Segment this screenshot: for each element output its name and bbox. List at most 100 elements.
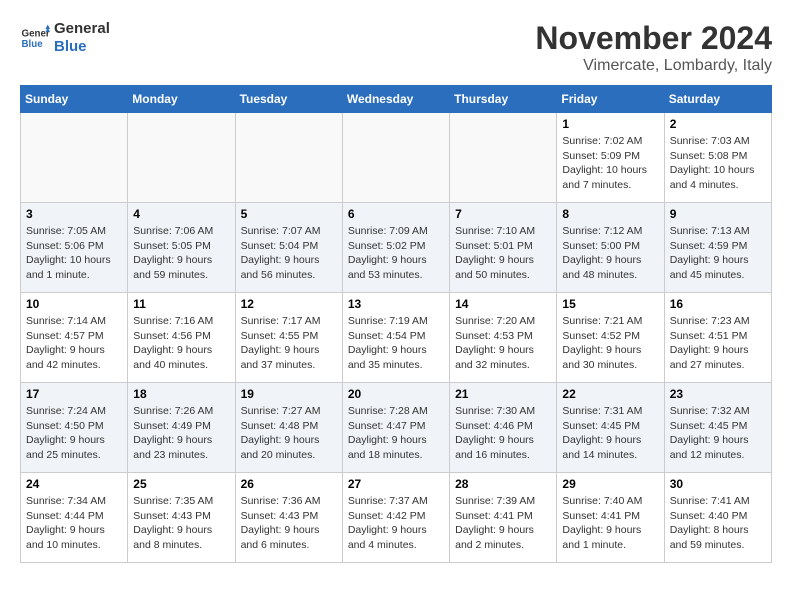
day-number: 17 bbox=[26, 387, 122, 401]
day-info: Sunrise: 7:35 AMSunset: 4:43 PMDaylight:… bbox=[133, 494, 229, 553]
logo-general: General bbox=[54, 20, 110, 38]
day-number: 12 bbox=[241, 297, 337, 311]
calendar-cell: 8 Sunrise: 7:12 AMSunset: 5:00 PMDaylight… bbox=[557, 203, 664, 293]
day-number: 30 bbox=[670, 477, 766, 491]
calendar-cell: 20 Sunrise: 7:28 AMSunset: 4:47 PMDayligh… bbox=[342, 383, 449, 473]
calendar-cell bbox=[235, 113, 342, 203]
day-info: Sunrise: 7:20 AMSunset: 4:53 PMDaylight:… bbox=[455, 314, 551, 373]
day-number: 3 bbox=[26, 207, 122, 221]
calendar-cell: 10 Sunrise: 7:14 AMSunset: 4:57 PMDayligh… bbox=[21, 293, 128, 383]
header: General Blue General Blue November 2024 … bbox=[20, 20, 772, 75]
calendar-cell: 29 Sunrise: 7:40 AMSunset: 4:41 PMDayligh… bbox=[557, 473, 664, 563]
calendar-cell: 16Sunrise: 7:23 AMSunset: 4:51 PMDayligh… bbox=[664, 293, 771, 383]
calendar-cell: 28Sunrise: 7:39 AMSunset: 4:41 PMDayligh… bbox=[450, 473, 557, 563]
day-info: Sunrise: 7:13 AMSunset: 4:59 PMDaylight:… bbox=[670, 224, 766, 283]
day-info: Sunrise: 7:17 AMSunset: 4:55 PMDaylight:… bbox=[241, 314, 337, 373]
calendar-cell: 26 Sunrise: 7:36 AMSunset: 4:43 PMDayligh… bbox=[235, 473, 342, 563]
day-number: 18 bbox=[133, 387, 229, 401]
day-info: Sunrise: 7:34 AMSunset: 4:44 PMDaylight:… bbox=[26, 494, 122, 553]
day-info: Sunrise: 7:02 AMSunset: 5:09 PMDaylight:… bbox=[562, 134, 658, 193]
calendar-cell: 19 Sunrise: 7:27 AMSunset: 4:48 PMDayligh… bbox=[235, 383, 342, 473]
month-title: November 2024 bbox=[535, 20, 772, 57]
logo: General Blue General Blue bbox=[20, 20, 110, 56]
calendar-cell: 15 Sunrise: 7:21 AMSunset: 4:52 PMDayligh… bbox=[557, 293, 664, 383]
day-number: 1 bbox=[562, 117, 658, 131]
calendar-header: SundayMondayTuesdayWednesdayThursdayFrid… bbox=[21, 86, 772, 113]
day-number: 11 bbox=[133, 297, 229, 311]
calendar-cell: 23 Sunrise: 7:32 AMSunset: 4:45 PMDayligh… bbox=[664, 383, 771, 473]
weekday-tuesday: Tuesday bbox=[235, 86, 342, 113]
day-number: 8 bbox=[562, 207, 658, 221]
calendar-cell: 18 Sunrise: 7:26 AMSunset: 4:49 PMDayligh… bbox=[128, 383, 235, 473]
calendar-body: 1 Sunrise: 7:02 AMSunset: 5:09 PMDaylight… bbox=[21, 113, 772, 563]
weekday-saturday: Saturday bbox=[664, 86, 771, 113]
day-number: 29 bbox=[562, 477, 658, 491]
calendar-cell: 13 Sunrise: 7:19 AMSunset: 4:54 PMDayligh… bbox=[342, 293, 449, 383]
day-info: Sunrise: 7:24 AMSunset: 4:50 PMDaylight:… bbox=[26, 404, 122, 463]
day-info: Sunrise: 7:32 AMSunset: 4:45 PMDaylight:… bbox=[670, 404, 766, 463]
weekday-header-row: SundayMondayTuesdayWednesdayThursdayFrid… bbox=[21, 86, 772, 113]
calendar-week-4: 24 Sunrise: 7:34 AMSunset: 4:44 PMDayligh… bbox=[21, 473, 772, 563]
calendar-cell: 25 Sunrise: 7:35 AMSunset: 4:43 PMDayligh… bbox=[128, 473, 235, 563]
day-info: Sunrise: 7:36 AMSunset: 4:43 PMDaylight:… bbox=[241, 494, 337, 553]
weekday-wednesday: Wednesday bbox=[342, 86, 449, 113]
calendar-cell: 7 Sunrise: 7:10 AMSunset: 5:01 PMDaylight… bbox=[450, 203, 557, 293]
calendar-cell bbox=[450, 113, 557, 203]
weekday-thursday: Thursday bbox=[450, 86, 557, 113]
weekday-monday: Monday bbox=[128, 86, 235, 113]
day-number: 25 bbox=[133, 477, 229, 491]
day-number: 27 bbox=[348, 477, 444, 491]
day-number: 20 bbox=[348, 387, 444, 401]
calendar-cell: 21Sunrise: 7:30 AMSunset: 4:46 PMDayligh… bbox=[450, 383, 557, 473]
day-info: Sunrise: 7:21 AMSunset: 4:52 PMDaylight:… bbox=[562, 314, 658, 373]
day-number: 4 bbox=[133, 207, 229, 221]
calendar-cell: 1 Sunrise: 7:02 AMSunset: 5:09 PMDaylight… bbox=[557, 113, 664, 203]
calendar-week-0: 1 Sunrise: 7:02 AMSunset: 5:09 PMDaylight… bbox=[21, 113, 772, 203]
subtitle: Vimercate, Lombardy, Italy bbox=[535, 57, 772, 75]
day-info: Sunrise: 7:10 AMSunset: 5:01 PMDaylight:… bbox=[455, 224, 551, 283]
svg-text:Blue: Blue bbox=[22, 39, 44, 50]
day-info: Sunrise: 7:26 AMSunset: 4:49 PMDaylight:… bbox=[133, 404, 229, 463]
calendar-cell: 17 Sunrise: 7:24 AMSunset: 4:50 PMDayligh… bbox=[21, 383, 128, 473]
calendar-cell: 12 Sunrise: 7:17 AMSunset: 4:55 PMDayligh… bbox=[235, 293, 342, 383]
day-number: 22 bbox=[562, 387, 658, 401]
day-info: Sunrise: 7:16 AMSunset: 4:56 PMDaylight:… bbox=[133, 314, 229, 373]
day-info: Sunrise: 7:28 AMSunset: 4:47 PMDaylight:… bbox=[348, 404, 444, 463]
calendar-cell: 30Sunrise: 7:41 AMSunset: 4:40 PMDayligh… bbox=[664, 473, 771, 563]
day-number: 2 bbox=[670, 117, 766, 131]
day-info: Sunrise: 7:09 AMSunset: 5:02 PMDaylight:… bbox=[348, 224, 444, 283]
calendar-week-1: 3Sunrise: 7:05 AMSunset: 5:06 PMDaylight… bbox=[21, 203, 772, 293]
calendar-cell: 4Sunrise: 7:06 AMSunset: 5:05 PMDaylight… bbox=[128, 203, 235, 293]
calendar-cell: 27Sunrise: 7:37 AMSunset: 4:42 PMDayligh… bbox=[342, 473, 449, 563]
day-number: 15 bbox=[562, 297, 658, 311]
day-number: 21 bbox=[455, 387, 551, 401]
calendar-cell: 22Sunrise: 7:31 AMSunset: 4:45 PMDayligh… bbox=[557, 383, 664, 473]
day-number: 26 bbox=[241, 477, 337, 491]
day-info: Sunrise: 7:14 AMSunset: 4:57 PMDaylight:… bbox=[26, 314, 122, 373]
calendar-table: SundayMondayTuesdayWednesdayThursdayFrid… bbox=[20, 85, 772, 563]
day-info: Sunrise: 7:03 AMSunset: 5:08 PMDaylight:… bbox=[670, 134, 766, 193]
title-area: November 2024 Vimercate, Lombardy, Italy bbox=[535, 20, 772, 75]
logo-icon: General Blue bbox=[20, 23, 50, 53]
calendar-cell: 3Sunrise: 7:05 AMSunset: 5:06 PMDaylight… bbox=[21, 203, 128, 293]
day-number: 19 bbox=[241, 387, 337, 401]
calendar-week-2: 10 Sunrise: 7:14 AMSunset: 4:57 PMDayligh… bbox=[21, 293, 772, 383]
day-info: Sunrise: 7:40 AMSunset: 4:41 PMDaylight:… bbox=[562, 494, 658, 553]
day-info: Sunrise: 7:27 AMSunset: 4:48 PMDaylight:… bbox=[241, 404, 337, 463]
day-number: 7 bbox=[455, 207, 551, 221]
day-number: 10 bbox=[26, 297, 122, 311]
calendar-cell: 9Sunrise: 7:13 AMSunset: 4:59 PMDaylight… bbox=[664, 203, 771, 293]
day-number: 24 bbox=[26, 477, 122, 491]
weekday-friday: Friday bbox=[557, 86, 664, 113]
calendar-cell: 14 Sunrise: 7:20 AMSunset: 4:53 PMDayligh… bbox=[450, 293, 557, 383]
day-number: 13 bbox=[348, 297, 444, 311]
day-info: Sunrise: 7:12 AMSunset: 5:00 PMDaylight:… bbox=[562, 224, 658, 283]
day-number: 23 bbox=[670, 387, 766, 401]
calendar-cell: 2 Sunrise: 7:03 AMSunset: 5:08 PMDaylight… bbox=[664, 113, 771, 203]
calendar-cell bbox=[21, 113, 128, 203]
day-info: Sunrise: 7:19 AMSunset: 4:54 PMDaylight:… bbox=[348, 314, 444, 373]
day-number: 16 bbox=[670, 297, 766, 311]
calendar-cell bbox=[342, 113, 449, 203]
day-number: 14 bbox=[455, 297, 551, 311]
svg-text:General: General bbox=[22, 29, 51, 40]
